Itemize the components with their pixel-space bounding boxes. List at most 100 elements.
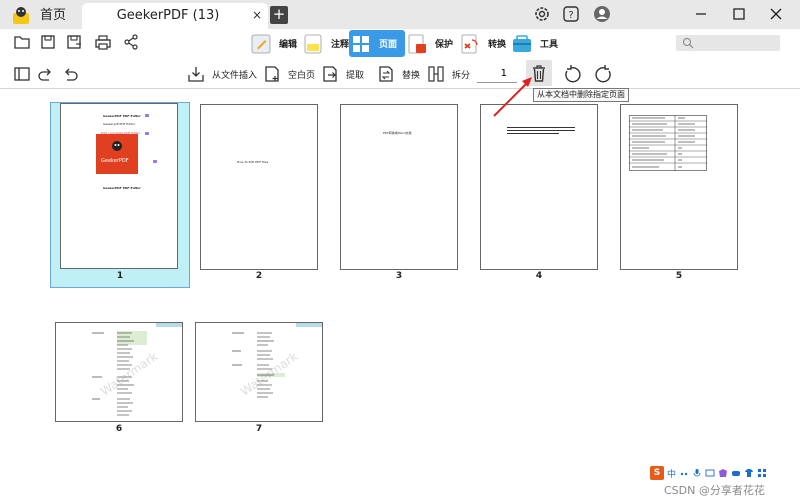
page-number-label: 2 [255,271,263,281]
sogou-ime-icon[interactable]: S [650,466,664,480]
tab-document-label: GeekerPDF (13) [116,8,220,23]
punctuation-icon[interactable] [679,468,689,478]
header-band [296,323,322,327]
page-toolbar: 从文件插入 空白页 提取 替换 拆分 [0,59,800,89]
extract-button[interactable]: 提取 [320,63,364,85]
table-image [629,115,707,171]
tab-document[interactable]: GeekerPDF (13) × [82,3,268,29]
mode-edit[interactable]: 编辑 [249,30,297,57]
tab-home[interactable]: 首页 [40,5,66,27]
header-band [156,323,182,327]
page-preview [620,104,738,270]
page-preview: Watermark [195,322,323,422]
replace-button[interactable]: 替换 [376,63,420,85]
annotate-mode-icon [304,34,322,53]
mode-edit-label: 编辑 [279,40,298,50]
open-file-icon[interactable] [12,32,32,52]
page-preview [480,104,598,270]
mode-page-label: 页面 [379,40,398,50]
split-label: 拆分 [452,70,471,81]
page-number-label: 4 [535,271,543,281]
text-line [507,133,559,134]
page-thumbnail[interactable]: Watermark 7 [186,321,332,500]
mode-tools-label: 工具 [540,40,559,50]
protect-mode-icon [408,34,426,53]
page-number-label: 6 [115,424,123,434]
geekerpdf-logo-image: GeekerPDF [96,134,138,174]
mode-protect-label: 保护 [435,40,454,50]
convert-mode-icon [461,34,478,53]
extract-icon [323,66,337,82]
sidebar-toggle-icon[interactable] [12,64,32,84]
split-icon [428,66,444,82]
svg-text:?: ? [568,10,573,21]
comment-marker-icon [145,132,149,135]
page-thumbnail-area: GeekerPDF PDF Editor Geekerpdf PDF Edito… [0,90,800,500]
page-number-label: 7 [255,424,263,434]
new-tab-button[interactable]: + [270,6,288,24]
main-toolbar: 编辑 注释 页面 保护 转换 工具 [0,29,800,59]
close-window-icon[interactable] [765,4,787,24]
page-mode-icon [353,35,369,52]
page-preview: How To Edit PDF files [200,104,318,270]
red-arrow-annotation-icon [493,77,532,117]
csdn-watermark: CSDN @分享者花花 [664,484,765,497]
delete-page-tooltip: 从本文档中删除指定页面 [533,88,629,102]
grid-menu-icon[interactable] [757,468,767,478]
save-icon[interactable] [38,32,58,52]
rotate-left-icon[interactable] [562,63,582,85]
mode-page[interactable]: 页面 [349,30,406,57]
page-thumbnail[interactable]: GeekerPDF PDF Editor Geekerpdf PDF Edito… [50,102,190,288]
logo-text: GeekerPDF [101,158,129,164]
page-thumbnail[interactable]: 4 [471,103,607,287]
close-tab-icon[interactable]: × [252,8,262,22]
insert-from-file-icon [188,67,204,82]
rotate-right-icon[interactable] [594,63,614,85]
page-thumbnail[interactable]: PDF转换成Word文档 3 [331,103,467,287]
page-thumbnail[interactable]: 5 [611,103,747,287]
mode-convert[interactable]: 转换 [458,30,506,57]
maximize-icon[interactable] [728,4,750,24]
shirt-icon[interactable] [744,468,754,478]
logo-mascot-icon [112,141,122,151]
page-thumbnail[interactable]: Watermark 6 [46,321,192,500]
ime-toolbar: S 中 [650,466,767,480]
page-text: GeekerPDF PDF Editor [103,186,141,190]
page-text: PDF转换成Word文档 [383,131,412,135]
mode-annotate[interactable]: 注释 [301,30,349,57]
replace-icon [379,66,393,82]
page-preview: PDF转换成Word文档 [340,104,458,270]
minimize-icon[interactable] [690,4,712,24]
mode-annotate-label: 注释 [331,40,350,50]
user-avatar-icon[interactable] [592,4,612,24]
game-icon[interactable] [731,468,741,478]
blank-page-button[interactable]: 空白页 [262,63,315,85]
keyboard-icon[interactable] [705,468,715,478]
page-preview: GeekerPDF PDF Editor Geekerpdf PDF Edito… [60,103,178,269]
search-input[interactable] [676,35,780,51]
ime-language-label[interactable]: 中 [667,467,676,480]
comment-marker-icon [145,114,149,117]
replace-label: 替换 [402,70,421,81]
text-line [507,130,575,131]
microphone-icon[interactable] [692,468,702,478]
save-as-icon[interactable] [64,32,84,52]
app-logo-icon [13,7,29,24]
undo-icon[interactable] [61,64,81,84]
split-button[interactable]: 拆分 [426,63,470,85]
print-icon[interactable] [93,32,113,52]
help-icon[interactable]: ? [561,4,581,24]
page-thumbnail[interactable]: How To Edit PDF files 2 [191,103,327,287]
title-bar: 首页 GeekerPDF (13) × + ? [0,0,800,29]
mode-protect[interactable]: 保护 [405,30,453,57]
skin-icon[interactable] [718,468,728,478]
blank-page-icon [265,66,279,82]
settings-icon[interactable] [532,4,552,24]
redo-icon[interactable] [35,64,55,84]
insert-from-file-button[interactable]: 从文件插入 [186,63,257,85]
page-preview: Watermark [55,322,183,422]
share-icon[interactable] [121,32,141,52]
blank-page-label: 空白页 [288,70,316,81]
mode-tools[interactable]: 工具 [510,30,558,57]
page-text: GeekerPDF PDF Editor [103,114,141,118]
